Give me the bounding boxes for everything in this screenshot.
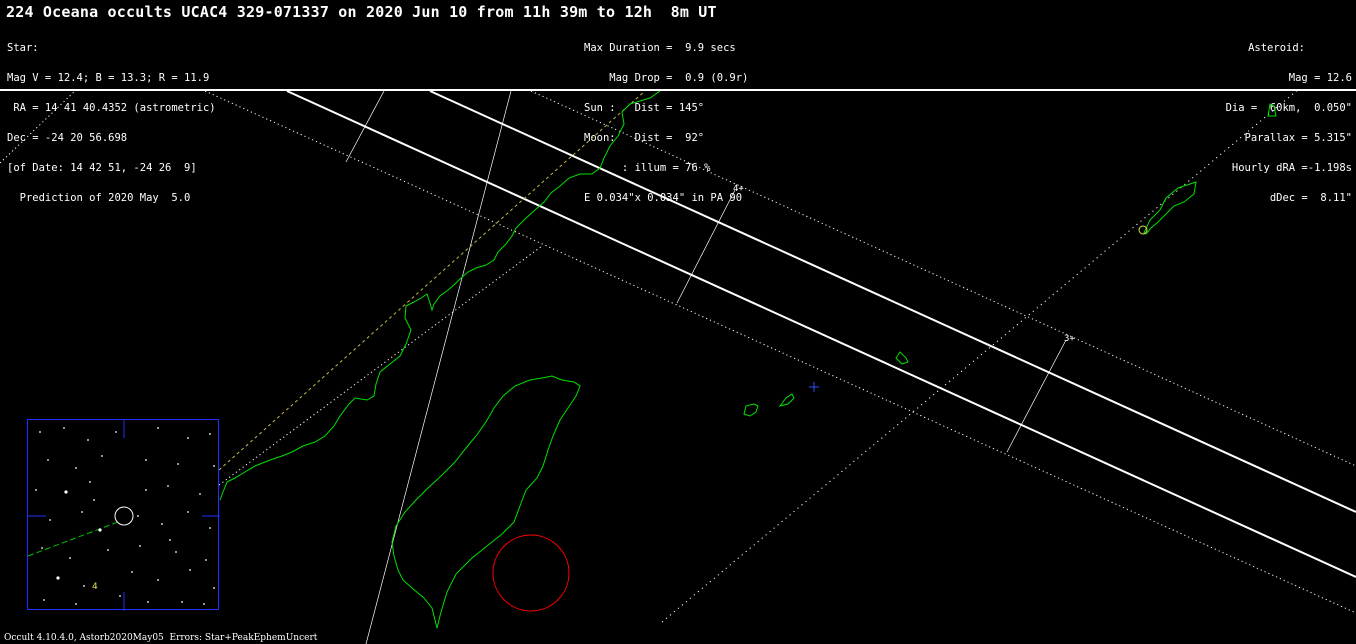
field-star	[203, 603, 205, 605]
field-star	[189, 569, 191, 571]
asteroid-track	[27, 521, 119, 557]
field-star	[147, 601, 149, 603]
field-star	[181, 601, 183, 603]
star-chart-inset: 4	[27, 419, 220, 611]
field-star	[137, 515, 139, 517]
path-edge-north	[429, 90, 1356, 513]
field-star	[145, 459, 147, 461]
field-star	[41, 547, 43, 549]
field-star	[69, 557, 71, 559]
field-star	[89, 481, 91, 483]
field-star	[209, 527, 211, 529]
field-star	[131, 571, 133, 573]
target-star-circle	[114, 506, 134, 526]
software-footer: Occult 4.10.4.0, Astorb2020May05 Errors:…	[4, 633, 318, 643]
observer-site-marker	[492, 534, 570, 612]
twilight-line	[218, 90, 646, 471]
field-stars	[35, 427, 215, 605]
field-star	[81, 511, 83, 513]
uncertainty-south	[204, 90, 1356, 614]
coastline-island	[778, 393, 795, 407]
uncertainty-north	[530, 90, 1356, 467]
field-star	[175, 551, 177, 553]
field-star	[161, 523, 163, 525]
field-star	[187, 511, 189, 513]
field-star	[145, 489, 147, 491]
field-star	[199, 493, 201, 495]
time-label: 4+	[733, 184, 744, 194]
field-star	[63, 427, 65, 429]
field-star	[187, 437, 189, 439]
field-star	[75, 467, 77, 469]
coastline-island	[1143, 181, 1197, 235]
field-star	[119, 595, 121, 597]
field-star	[213, 465, 215, 467]
field-star	[213, 587, 215, 589]
sky-limit-line	[218, 245, 543, 486]
field-star	[83, 585, 85, 587]
field-star	[169, 539, 171, 541]
field-star	[56, 576, 60, 580]
coastline-island	[895, 351, 909, 365]
coastlines	[219, 90, 1277, 629]
field-star	[47, 459, 49, 461]
path-center-cross	[809, 382, 819, 392]
field-star	[209, 433, 211, 435]
meridian-line	[365, 90, 512, 644]
field-star	[157, 579, 159, 581]
field-star	[39, 431, 41, 433]
field-star	[157, 427, 159, 429]
inset-label: 4	[92, 582, 98, 592]
field-star	[35, 489, 37, 491]
field-star	[167, 485, 169, 487]
star-chart: 4	[27, 420, 220, 611]
field-star	[93, 499, 95, 501]
coastline-mainland	[219, 90, 661, 501]
field-star	[43, 599, 45, 601]
sky-limit-line	[661, 87, 1301, 623]
coastline-taiwan	[391, 375, 581, 629]
field-star	[87, 439, 89, 441]
field-star	[177, 463, 179, 465]
field-star	[101, 455, 103, 457]
field-star	[49, 519, 51, 521]
field-star	[107, 549, 109, 551]
time-label: 3+	[1064, 334, 1075, 344]
sky-limit-line	[0, 90, 76, 164]
field-star	[75, 603, 77, 605]
graticule-lines	[345, 90, 1067, 644]
field-star	[115, 431, 117, 433]
field-star	[205, 559, 207, 561]
field-star	[98, 528, 102, 532]
field-star	[139, 545, 141, 547]
coastline-island	[743, 403, 759, 417]
field-star	[64, 490, 68, 494]
